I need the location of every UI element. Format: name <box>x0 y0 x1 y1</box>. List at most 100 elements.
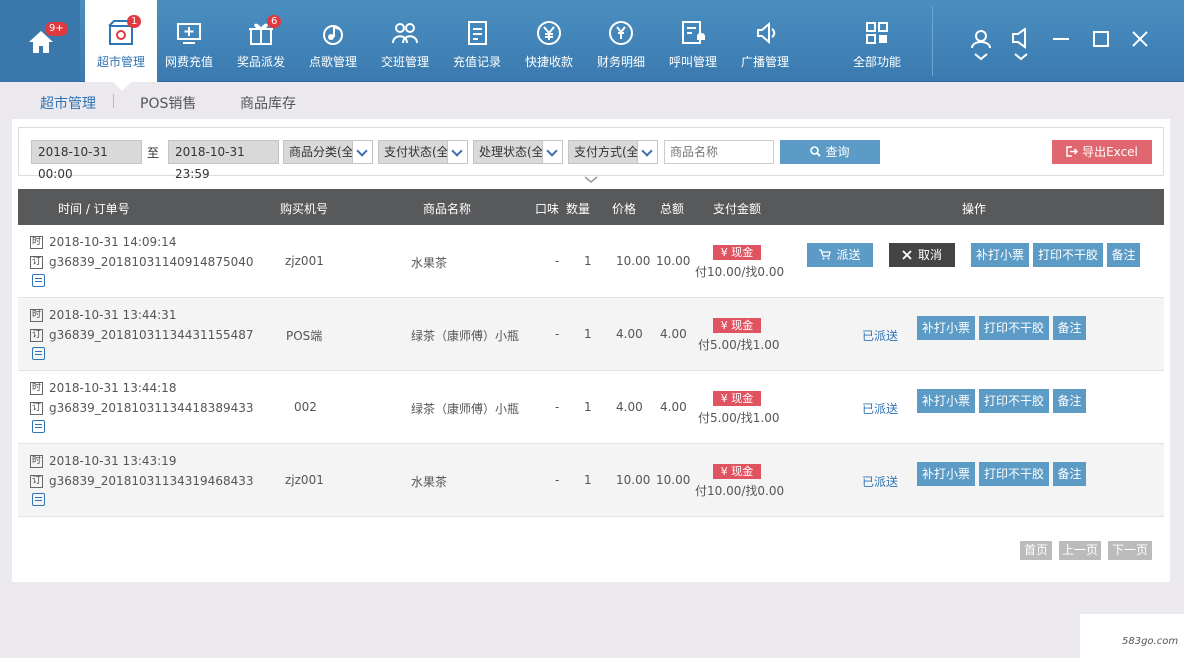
reprint-receipt-button[interactable]: 补打小票 <box>971 243 1029 267</box>
nav-label: 财务明细 <box>596 55 645 69</box>
receipt-icon <box>468 21 487 45</box>
reprint-receipt-button[interactable]: 补打小票 <box>917 316 975 340</box>
nav-finance[interactable]: 财务明细 <box>585 0 657 82</box>
qty-cell: 1 <box>584 400 592 414</box>
pay-status-select[interactable]: 支付状态(全 <box>378 140 468 164</box>
nav-song[interactable]: 点歌管理 <box>297 0 369 82</box>
users-icon <box>392 23 418 44</box>
home-button[interactable]: 9+ <box>0 0 80 82</box>
nav-all-functions[interactable]: 全部功能 <box>841 0 913 82</box>
close-icon[interactable] <box>1131 30 1149 48</box>
table-row: 时 2018-10-31 13:43:19 订 g36839_20181031134… <box>18 444 1164 517</box>
pay-detail: 付5.00/找1.00 <box>698 411 780 425</box>
qty-cell: 1 <box>584 473 592 487</box>
pay-method-select[interactable]: 支付方式(全 <box>568 140 658 164</box>
flavor-cell: - <box>555 254 560 268</box>
nav-call[interactable]: 呼叫管理 <box>657 0 729 82</box>
cash-badge: ¥ 现金 <box>713 318 761 333</box>
nav-broadcast[interactable]: 广播管理 <box>729 0 801 82</box>
next-page-button[interactable]: 下一页 <box>1108 541 1152 560</box>
nav-supermarket[interactable]: 1 超市管理 <box>85 0 157 91</box>
reprint-receipt-button[interactable]: 补打小票 <box>917 389 975 413</box>
home-badge: 9+ <box>45 22 68 36</box>
machine-cell: zjz001 <box>285 473 324 487</box>
table-row: 时 2018-10-31 13:44:18 订 g36839_20181031134… <box>18 371 1164 444</box>
chevron-down-icon <box>352 141 372 163</box>
total-cell: 10.00 <box>656 473 691 487</box>
dispatch-status: 已派送 <box>862 402 899 416</box>
price-cell: 10.00 <box>616 254 651 268</box>
total-cell: 10.00 <box>656 254 691 268</box>
nav-shift[interactable]: 交班管理 <box>369 0 441 82</box>
print-label-button[interactable]: 打印不干胶 <box>979 462 1049 486</box>
order-icon: 订 <box>30 402 43 415</box>
bell-doc-icon <box>682 21 705 44</box>
detail-icon[interactable] <box>32 493 45 506</box>
col-flavor: 口味 <box>535 202 560 216</box>
qty-cell: 1 <box>584 254 592 268</box>
end-date-field[interactable]: 2018-10-31 23:59 <box>168 140 279 181</box>
filter-bar: 2018-10-31 00:00 至 2018-10-31 23:59 商品分类… <box>18 127 1164 181</box>
time-cell: 时 2018-10-31 13:43:19 <box>30 454 176 468</box>
piggy-yen-icon <box>609 21 633 45</box>
collapse-chevron-icon[interactable] <box>582 175 600 185</box>
print-label-button[interactable]: 打印不干胶 <box>979 316 1049 340</box>
broadcast-icon <box>757 21 776 45</box>
tab-inventory[interactable]: 商品库存 <box>240 93 296 113</box>
nav-recharge-log[interactable]: 充值记录 <box>441 0 513 82</box>
process-status-select[interactable]: 处理状态(全 <box>473 140 563 164</box>
export-excel-button[interactable]: 导出Excel <box>1052 140 1152 164</box>
nav-badge: 6 <box>267 15 282 28</box>
nav-quick-pay[interactable]: 快捷收款 <box>513 0 585 82</box>
maximize-icon[interactable] <box>1092 30 1110 48</box>
dispatch-status: 已派送 <box>862 329 899 343</box>
first-page-button[interactable]: 首页 <box>1020 541 1052 560</box>
cancel-button[interactable]: 取消 <box>889 243 955 267</box>
order-cell: 订 g36839_20181031134431155487 <box>30 328 254 342</box>
clock-icon: 时 <box>30 455 43 468</box>
query-button[interactable]: 查询 <box>780 140 880 164</box>
order-cell: 订 g36839_20181031134319468433 <box>30 474 254 488</box>
detail-icon[interactable] <box>32 347 45 360</box>
col-time: 时间 / 订单号 <box>58 202 130 216</box>
table-header: 时间 / 订单号 购买机号 商品名称 口味 数量 价格 总额 支付金额 操作 <box>18 189 1164 225</box>
reprint-receipt-button[interactable]: 补打小票 <box>917 462 975 486</box>
clock-icon: 时 <box>30 382 43 395</box>
machine-cell: zjz001 <box>285 254 324 268</box>
tab-supermarket[interactable]: 超市管理 <box>40 93 96 113</box>
detail-icon[interactable] <box>32 420 45 433</box>
nav-label: 呼叫管理 <box>668 55 717 69</box>
top-nav-bar: 9+ 1 超市管理 网费充值 6 奖品派发 点歌管理 交班管理 充值记录 快捷收… <box>0 0 1184 91</box>
dispatch-status: 已派送 <box>862 475 899 489</box>
cancel-label: 取消 <box>917 248 942 262</box>
col-product: 商品名称 <box>423 202 472 216</box>
user-menu-icon[interactable] <box>970 28 992 62</box>
note-button[interactable]: 备注 <box>1107 243 1140 267</box>
watermark: 583go.com <box>1080 614 1184 658</box>
print-label-button[interactable]: 打印不干胶 <box>979 389 1049 413</box>
product-name-input[interactable] <box>664 140 774 164</box>
tab-pos-sales[interactable]: POS销售 <box>140 93 196 113</box>
nav-label: 超市管理 <box>96 55 145 69</box>
speaker-menu-icon[interactable] <box>1010 28 1032 62</box>
note-button[interactable]: 备注 <box>1053 462 1086 486</box>
print-label-button[interactable]: 打印不干胶 <box>1033 243 1103 267</box>
minimize-icon[interactable] <box>1052 30 1070 48</box>
music-icon <box>323 25 343 45</box>
category-select[interactable]: 商品分类(全 <box>283 140 373 164</box>
nav-prize[interactable]: 6 奖品派发 <box>225 0 297 82</box>
order-cell: 订 g36839_20181031134418389433 <box>30 401 254 415</box>
time-cell: 时 2018-10-31 13:44:18 <box>30 381 176 395</box>
col-actions: 操作 <box>962 202 987 216</box>
note-button[interactable]: 备注 <box>1053 316 1086 340</box>
query-button-label: 查询 <box>825 145 850 159</box>
cart-icon <box>819 249 832 260</box>
flavor-cell: - <box>555 327 560 341</box>
prev-page-button[interactable]: 上一页 <box>1059 541 1101 560</box>
note-button[interactable]: 备注 <box>1053 389 1086 413</box>
nav-net-recharge[interactable]: 网费充值 <box>153 0 225 82</box>
start-date-field[interactable]: 2018-10-31 00:00 <box>31 140 142 181</box>
col-machine: 购买机号 <box>280 202 329 216</box>
dispatch-button[interactable]: 派送 <box>807 243 873 267</box>
detail-icon[interactable] <box>32 274 45 287</box>
